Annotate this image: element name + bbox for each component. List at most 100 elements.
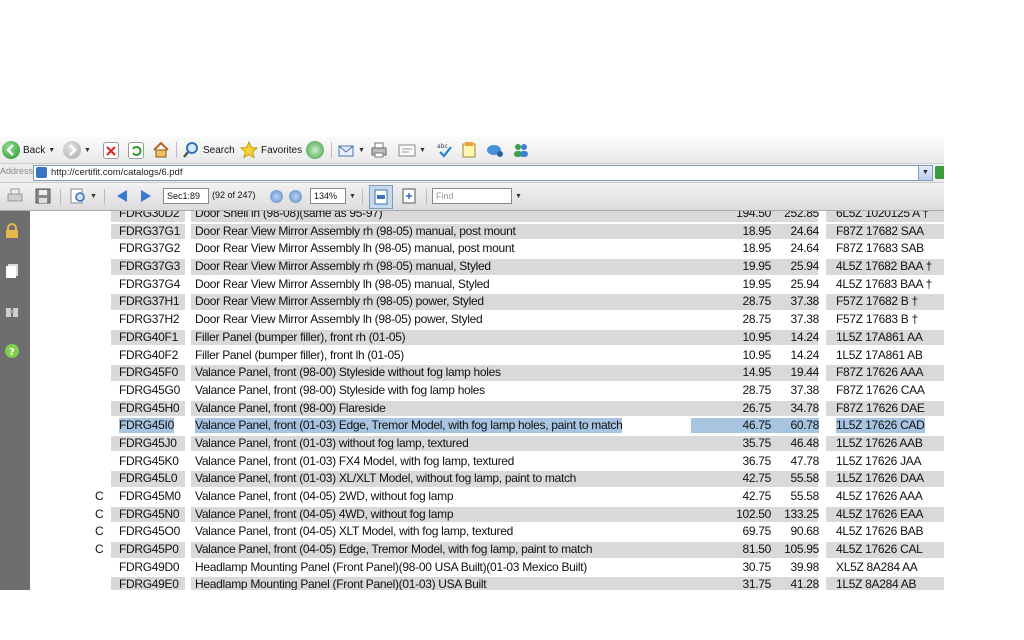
table-row: FDRG45G0 Valance Panel, front (98-00) Sty…	[31, 382, 944, 400]
part-description: Headlamp Mounting Panel (Front Panel)(01…	[195, 577, 487, 590]
retail-price: 14.24	[790, 347, 819, 362]
table-row: FDRG40F1 Filler Panel (bumper filler), fr…	[31, 329, 944, 347]
oem-part-number: 4L5Z 17626 CAL	[836, 542, 923, 557]
list-price: 42.75	[742, 489, 771, 503]
retail-price: 60.78	[771, 418, 819, 434]
zoom-out-icon	[270, 189, 283, 203]
part-code: FDRG45P0	[119, 542, 179, 557]
chevron-down-icon[interactable]: ▼	[84, 147, 91, 154]
buddies-button[interactable]	[512, 140, 530, 160]
part-code: FDRG45N0	[119, 506, 180, 521]
previous-page-button[interactable]	[113, 187, 131, 205]
oem-part-number: XL5Z 8A284 AA	[836, 559, 918, 574]
stop-button[interactable]	[103, 140, 119, 160]
chevron-down-icon[interactable]: ▼	[48, 147, 55, 154]
zoom-out-button[interactable]	[270, 187, 283, 205]
table-row: C FDRG45O0 Valance Panel, front (04-05) XL…	[31, 523, 944, 541]
print-button[interactable]	[370, 140, 388, 160]
table-row: FDRG45K0 Valance Panel, front (01-03) FX4…	[31, 453, 944, 471]
zoom-value[interactable]: 134%	[310, 188, 346, 204]
binoculars-icon[interactable]	[4, 303, 20, 319]
list-price: 28.75	[742, 382, 771, 397]
table-row: FDRG45L0 Valance Panel, front (01-03) XL/…	[31, 470, 944, 488]
table-row: FDRG40F2 Filler Panel (bumper filler), fr…	[31, 347, 944, 365]
part-code: FDRG37G1	[119, 223, 180, 238]
back-button[interactable]: Back ▼	[2, 140, 55, 160]
next-page-button[interactable]	[137, 187, 155, 205]
part-code: FDRG37G4	[119, 276, 180, 291]
chevron-down-icon[interactable]: ▼	[349, 193, 356, 200]
pages-icon[interactable]	[4, 263, 20, 279]
find-field[interactable]: Find	[432, 188, 512, 204]
oem-part-number: F87Z 17626 DAE	[836, 400, 925, 415]
forward-button[interactable]: ▼	[63, 140, 91, 160]
part-code: FDRG40F1	[119, 329, 178, 344]
page-count: (92 of 247)	[212, 190, 256, 200]
list-price: 19.95	[742, 276, 771, 291]
chevron-down-icon[interactable]: ▼	[90, 193, 97, 200]
row-flag: C	[95, 524, 104, 539]
list-price: 18.95	[742, 223, 771, 238]
browser-toolbar: Back ▼ ▼ Search Favorites ▼ ▼ abc	[0, 137, 944, 164]
history-icon	[306, 141, 324, 159]
table-row: FDRG37H2 Door Rear View Mirror Assembly l…	[31, 311, 944, 329]
retail-price: 105.95	[784, 542, 819, 557]
history-button[interactable]	[306, 140, 324, 160]
oem-part-number: F87Z 17626 AAA	[836, 365, 924, 380]
chevron-down-icon[interactable]: ▼	[515, 193, 522, 200]
list-price: 28.75	[742, 294, 771, 309]
part-description: Valance Panel, front (04-05) 2WD, withou…	[195, 489, 454, 503]
oem-part-number: 4L5Z 17626 AAA	[836, 489, 923, 503]
pdf-document[interactable]: FDRG30D2 Door Shell lh (98-08)(same as 95…	[31, 211, 944, 590]
edit-page-icon	[398, 141, 416, 159]
list-price: 69.75	[742, 524, 771, 539]
oem-part-number: F57Z 17683 B †	[836, 312, 918, 327]
chevron-down-icon[interactable]: ▼	[419, 147, 426, 154]
refresh-button[interactable]	[128, 140, 144, 160]
list-price: 10.95	[742, 347, 771, 362]
notes-button[interactable]	[460, 140, 478, 160]
lock-icon[interactable]	[4, 223, 20, 239]
chevron-down-icon[interactable]: ▼	[358, 147, 365, 154]
messenger-button[interactable]	[486, 140, 504, 160]
table-row: C FDRG45P0 Valance Panel, front (04-05) Ed…	[31, 541, 944, 559]
refresh-icon	[128, 141, 144, 159]
pdf-print-button[interactable]	[6, 187, 24, 205]
zoom-select[interactable]: 134% ▼	[310, 187, 356, 205]
mail-icon	[337, 141, 355, 159]
oem-part-number: 4L5Z 17626 EAA	[836, 506, 924, 521]
address-url[interactable]: http://certifit.com/catalogs/6.pdf	[51, 166, 182, 180]
part-description: Valance Panel, front (98-00) Flareside	[195, 400, 386, 415]
address-dropdown-icon[interactable]: ▼	[918, 166, 932, 180]
stop-icon	[103, 141, 119, 159]
help-icon[interactable]: ?	[4, 343, 20, 359]
address-input[interactable]: http://certifit.com/catalogs/6.pdf ▼	[33, 165, 933, 181]
oem-part-number: F87Z 17683 SAB	[836, 241, 924, 256]
find-input[interactable]: Find ▼	[432, 187, 522, 205]
oem-part-number: 4L5Z 17682 BAA †	[836, 259, 932, 274]
page-number-input[interactable]: Sec1:89	[163, 187, 209, 205]
page-number-field[interactable]: Sec1:89	[163, 188, 209, 204]
address-label: Address	[0, 166, 34, 176]
retail-price: 46.48	[790, 435, 819, 450]
fit-page-button[interactable]	[400, 187, 418, 205]
favorites-button[interactable]: Favorites	[239, 140, 302, 160]
edit-button[interactable]: ▼	[398, 140, 426, 160]
retail-price: 25.94	[790, 259, 819, 274]
search-button[interactable]: Search	[182, 140, 235, 160]
zoom-in-button[interactable]	[289, 187, 302, 205]
part-description: Valance Panel, front (98-00) Styleside w…	[195, 382, 485, 397]
part-description: Valance Panel, front (01-03) XL/XLT Mode…	[195, 471, 577, 486]
mail-button[interactable]: ▼	[337, 140, 365, 160]
part-description: Door Rear View Mirror Assembly lh (98-05…	[195, 241, 515, 256]
spellcheck-button[interactable]: abc	[436, 140, 454, 160]
home-button[interactable]	[152, 140, 170, 160]
oem-part-number: 1L5Z 17A861 AB	[836, 347, 923, 362]
pdf-sidebar: ?	[0, 211, 30, 590]
table-row: FDRG49E0 Headlamp Mounting Panel (Front P…	[31, 576, 944, 590]
pdf-save-button[interactable]	[34, 187, 52, 205]
pdf-search-button[interactable]: ▼	[69, 187, 97, 205]
go-button[interactable]	[935, 166, 944, 179]
retail-price: 37.38	[790, 312, 819, 327]
single-page-button[interactable]	[369, 185, 393, 209]
